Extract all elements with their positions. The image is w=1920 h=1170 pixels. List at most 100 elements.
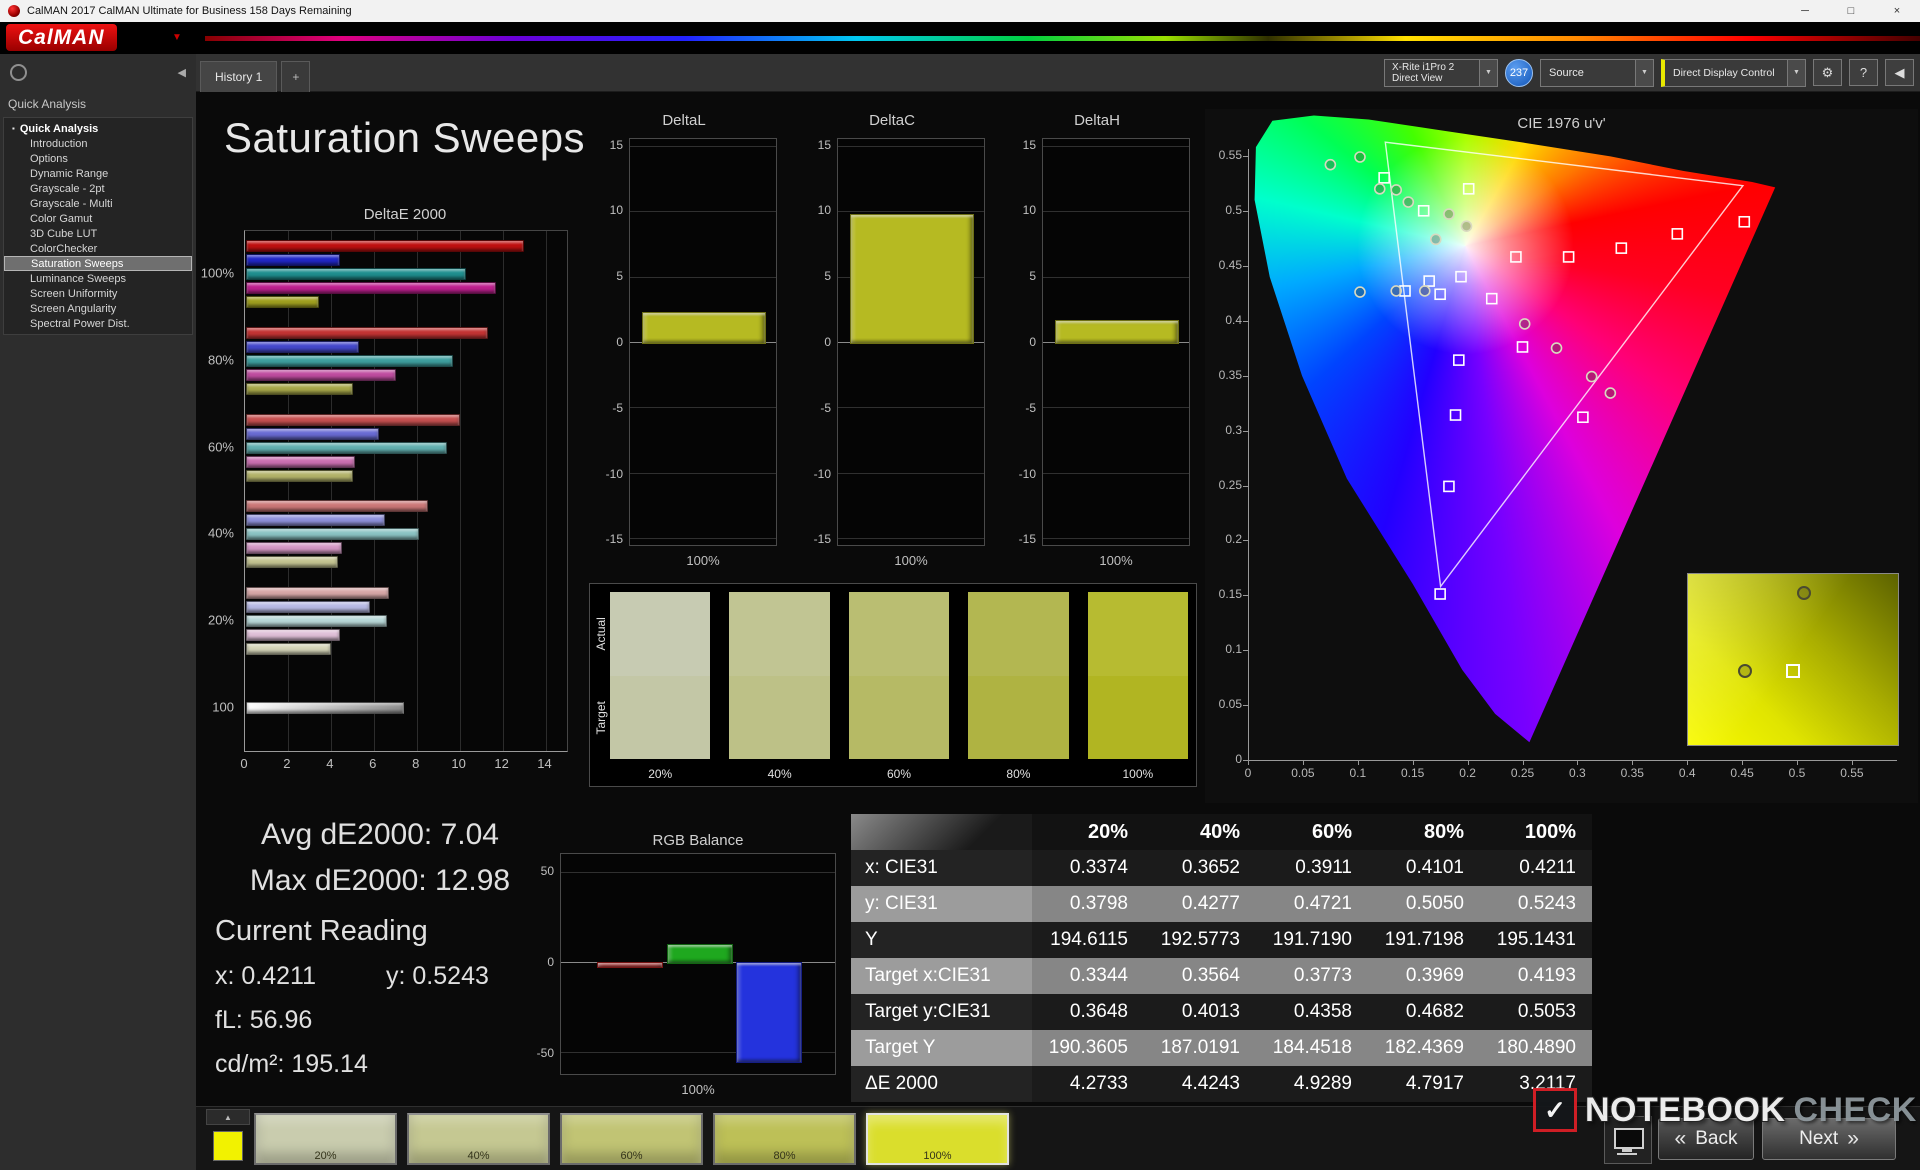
tick-mark xyxy=(1243,430,1248,432)
sidebar-item-quick-analysis[interactable]: ▪ Quick Analysis xyxy=(4,121,192,136)
gridline xyxy=(630,145,776,147)
saturation-swatch-button-100[interactable]: 100% xyxy=(866,1113,1009,1165)
tick-mark xyxy=(1243,705,1248,707)
tick-mark xyxy=(1243,485,1248,487)
close-button[interactable]: × xyxy=(1874,0,1920,22)
minimize-button[interactable]: ─ xyxy=(1782,0,1828,22)
blue-bar xyxy=(736,962,803,1064)
y-axis-tick-label: 15 xyxy=(609,137,623,152)
sidebar-item-introduction[interactable]: Introduction xyxy=(4,136,192,151)
sidebar-item-grayscale-2pt[interactable]: Grayscale - 2pt xyxy=(4,181,192,196)
maximize-button[interactable]: □ xyxy=(1828,0,1874,22)
source-dropdown[interactable]: Source ▼ xyxy=(1540,58,1654,87)
expand-panel-button[interactable]: ▲ xyxy=(206,1109,250,1125)
table-cell: 184.4518 xyxy=(1256,1030,1368,1066)
deltal-bar xyxy=(641,311,767,344)
deltah-chart: DeltaH 15 10 5 0 -5 -10 -15 100% xyxy=(1004,112,1190,582)
sidebar-item-grayscale-multi[interactable]: Grayscale - Multi xyxy=(4,196,192,211)
de-bar xyxy=(246,254,341,267)
sidebar-item-color-gamut[interactable]: Color Gamut xyxy=(4,211,192,226)
swatch-label: 40% xyxy=(767,767,792,781)
sidebar-item-spectral-power-dist[interactable]: Spectral Power Dist. xyxy=(4,316,192,331)
help-icon: ? xyxy=(1859,65,1868,80)
table-cell: 0.3652 xyxy=(1144,850,1256,886)
table-cell: 4.7917 xyxy=(1368,1066,1480,1102)
tick-mark xyxy=(1632,760,1634,765)
sidebar-item-screen-angularity[interactable]: Screen Angularity xyxy=(4,301,192,316)
x-axis-tick-label: 0.45 xyxy=(1730,766,1754,780)
tick-mark xyxy=(1522,760,1524,765)
swatch-column-40: 40% xyxy=(729,592,830,781)
sidebar-item-screen-uniformity[interactable]: Screen Uniformity xyxy=(4,286,192,301)
column-header: 60% xyxy=(1256,814,1368,850)
gridline xyxy=(838,407,984,409)
sidebar-item-luminance-sweeps[interactable]: Luminance Sweeps xyxy=(4,271,192,286)
saturation-swatch-button-40[interactable]: 40% xyxy=(407,1113,550,1165)
table-cell: 180.4890 xyxy=(1480,1030,1592,1066)
row-label: Y xyxy=(851,922,1032,958)
actual-swatch xyxy=(848,592,950,676)
tick-mark xyxy=(1577,760,1579,765)
gridline xyxy=(630,538,776,540)
sidebar-item-3d-cube-lut[interactable]: 3D Cube LUT xyxy=(4,226,192,241)
gridline xyxy=(838,472,984,474)
table-cell: 3.2117 xyxy=(1480,1066,1592,1102)
table-cell: 0.3564 xyxy=(1144,958,1256,994)
sidebar-item-dynamic-range[interactable]: Dynamic Range xyxy=(4,166,192,181)
de-bar xyxy=(246,642,332,655)
display-preview-button[interactable] xyxy=(1604,1116,1652,1164)
x-axis-tick-label: 14 xyxy=(537,756,552,771)
saturation-swatch-button-60[interactable]: 60% xyxy=(560,1113,703,1165)
red-bar xyxy=(597,962,664,968)
gridline xyxy=(838,145,984,147)
help-button[interactable]: ? xyxy=(1849,59,1878,86)
gridline xyxy=(838,538,984,540)
cie-1976-chart: CIE 1976 u'v' 0 0 0.05 0.05 0.1 0.1 0.15 0.15 0.… xyxy=(1205,109,1918,803)
next-label: Next xyxy=(1799,1128,1839,1149)
back-button[interactable]: « Back xyxy=(1658,1118,1754,1160)
logo-dropdown-icon[interactable]: ▼ xyxy=(172,32,182,43)
tab-history-1[interactable]: History 1 xyxy=(200,60,278,92)
sidebar-item-colorchecker[interactable]: ColorChecker xyxy=(4,241,192,256)
collapse-sidebar-button[interactable]: ◀ xyxy=(178,66,186,79)
sidebar-item-options[interactable]: Options xyxy=(4,151,192,166)
settings-button[interactable]: ⚙ xyxy=(1813,59,1842,86)
swatch-button-label: 100% xyxy=(923,1150,952,1162)
y-axis-tick-label: -15 xyxy=(1018,532,1036,547)
next-button[interactable]: Next » xyxy=(1762,1118,1896,1160)
calman-logo[interactable]: CalMAN xyxy=(6,24,117,51)
table-cell: 4.4243 xyxy=(1144,1066,1256,1102)
x-axis-label: 100% xyxy=(1099,553,1133,568)
tick-mark xyxy=(1243,650,1248,652)
sidebar-item-saturation-sweeps[interactable]: Saturation Sweeps xyxy=(4,256,192,271)
y-axis-tick-label: -10 xyxy=(1018,466,1036,481)
swatch-button-label: 40% xyxy=(467,1150,490,1162)
swatch-button-label: 60% xyxy=(620,1150,643,1162)
y-axis-tick-label: 0 xyxy=(547,955,554,970)
x-axis-tick-label: 0 xyxy=(240,756,248,771)
saturation-swatch-button-20[interactable]: 20% xyxy=(254,1113,397,1165)
meter-dropdown[interactable]: X-Rite i1Pro 2 Direct View ▼ xyxy=(1384,58,1498,87)
y-axis: 50 0 -50 xyxy=(520,853,560,1075)
table-cell: 0.4211 xyxy=(1480,850,1592,886)
tick-mark xyxy=(1851,760,1853,765)
collapse-panel-button[interactable]: ◀ xyxy=(1885,59,1914,86)
display-control-dropdown[interactable]: Direct Display Control ▼ xyxy=(1661,58,1806,87)
y-axis-tick-label: 0.05 xyxy=(1218,697,1242,712)
swatch-row-labels: Actual Target xyxy=(592,592,610,759)
new-tab-button[interactable]: + xyxy=(281,60,311,92)
y-axis-tick-label: 0 xyxy=(616,335,623,349)
y-axis-tick-label: 5 xyxy=(824,269,831,284)
saturation-swatch-button-80[interactable]: 80% xyxy=(713,1113,856,1165)
y-axis-tick-label: 0.5 xyxy=(1225,203,1242,217)
y-axis-tick-label: 0.15 xyxy=(1218,587,1242,602)
swatch-column-20: 20% xyxy=(610,592,711,781)
measurement-table: 20% 40% 60% 80% 100% x: CIE31 0.3374 0.3652 0.39… xyxy=(851,814,1592,1102)
x-axis-tick-label: 0.1 xyxy=(1349,766,1367,780)
y-axis: 100% 80% 60% 40% 20% 100 xyxy=(190,230,240,750)
y-axis: 15 10 5 0 -5 -10 -15 xyxy=(591,137,629,547)
de-bar xyxy=(246,282,497,295)
chevron-down-icon: ▼ xyxy=(1635,59,1653,86)
chevrons-left-icon: « xyxy=(1674,1127,1687,1150)
x-axis-tick-label: 4 xyxy=(326,756,334,771)
